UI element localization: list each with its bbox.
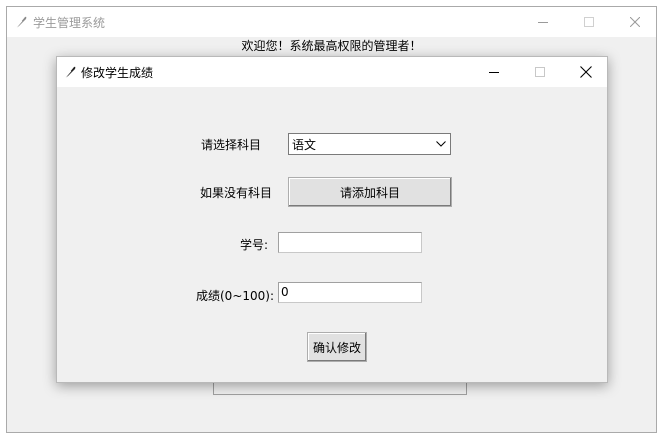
subject-label: 请选择科目 bbox=[201, 138, 262, 152]
close-icon bbox=[630, 17, 640, 27]
dialog-titlebar[interactable]: 修改学生成绩 bbox=[57, 57, 607, 87]
student-id-label: 学号: bbox=[240, 238, 269, 252]
no-subject-label: 如果没有科目 bbox=[200, 186, 273, 200]
close-icon bbox=[580, 66, 592, 78]
feather-icon bbox=[14, 15, 28, 29]
score-input[interactable]: 0 bbox=[278, 282, 422, 303]
subject-selected-value: 语文 bbox=[292, 137, 317, 152]
maximize-icon bbox=[535, 67, 545, 77]
maximize-icon bbox=[584, 17, 594, 27]
maximize-button[interactable] bbox=[566, 7, 612, 37]
main-titlebar[interactable]: 学生管理系统 bbox=[7, 7, 656, 37]
edit-score-dialog: 修改学生成绩 请选择科目 语文 如果没有科目 请添加科目 学号: 成绩(0~10… bbox=[56, 56, 608, 383]
minimize-icon bbox=[538, 17, 548, 27]
dialog-title: 修改学生成绩 bbox=[81, 66, 154, 80]
dialog-minimize-button[interactable] bbox=[471, 57, 517, 87]
main-window-title: 学生管理系统 bbox=[33, 16, 106, 30]
welcome-message: 欢迎您！系统最高权限的管理者！ bbox=[241, 39, 422, 53]
minimize-icon bbox=[489, 67, 499, 77]
add-subject-button[interactable]: 请添加科目 bbox=[288, 177, 452, 207]
feather-icon bbox=[63, 65, 77, 79]
student-id-input[interactable] bbox=[278, 232, 422, 253]
close-button[interactable] bbox=[612, 7, 658, 37]
minimize-button[interactable] bbox=[520, 7, 566, 37]
dialog-maximize-button[interactable] bbox=[517, 57, 563, 87]
chevron-down-icon[interactable] bbox=[432, 134, 450, 154]
dialog-close-button[interactable] bbox=[563, 57, 609, 87]
confirm-button[interactable]: 确认修改 bbox=[307, 332, 367, 362]
score-label: 成绩(0~100): bbox=[196, 289, 275, 303]
subject-combobox[interactable]: 语文 bbox=[288, 133, 451, 155]
